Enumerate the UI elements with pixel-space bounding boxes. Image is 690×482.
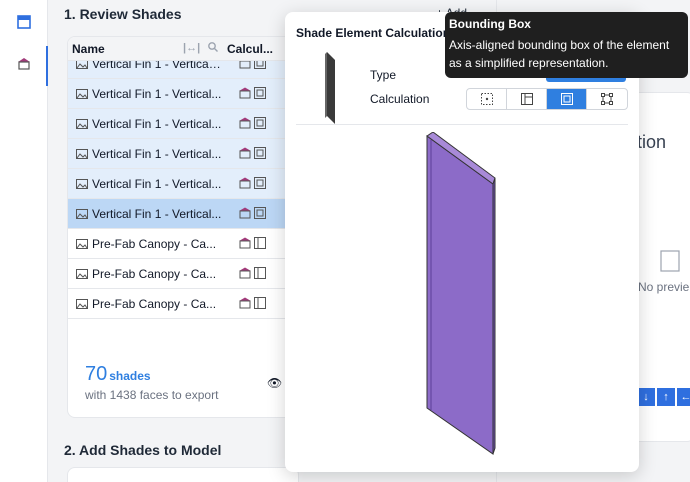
search-icon[interactable] — [207, 41, 219, 56]
tooltip-title: Bounding Box — [449, 17, 531, 31]
eye-icon: 👁 — [267, 376, 283, 390]
rail-active-indicator — [46, 46, 48, 86]
bounding-box-tooltip: Bounding Box Axis-aligned bounding box o… — [445, 12, 688, 78]
image-icon — [76, 238, 88, 252]
shade-type-icon — [238, 117, 252, 132]
left-rail — [0, 0, 48, 482]
image-icon — [76, 88, 88, 102]
row-name: Pre-Fab Canopy - Ca... — [92, 297, 217, 311]
image-icon — [76, 118, 88, 132]
bounding-box-icon — [254, 117, 266, 132]
image-icon — [76, 178, 88, 192]
face-calc-option[interactable] — [507, 89, 547, 109]
export-summary: 70 shades with 1438 faces to export — [85, 363, 218, 402]
shade-type-icon — [238, 177, 252, 192]
table-row-active[interactable]: Vertical Fin 1 - Vertical... — [68, 199, 298, 229]
shade-thumbnail — [323, 52, 337, 129]
section-title-add: 2. Add Shades to Model — [64, 442, 222, 458]
bounding-box-icon[interactable] — [254, 207, 266, 222]
bounding-box-icon — [254, 87, 266, 102]
calculation-label: Calculation — [370, 92, 430, 106]
preview-toolbar: ↓ ↑ ← — [637, 388, 690, 406]
face-icon — [254, 297, 266, 312]
shade-list: Vertical Fin 1 - Verticali... Vertical F… — [68, 61, 298, 341]
type-label: Type — [370, 68, 397, 82]
table-header: Name |↔| Calcul... — [68, 37, 298, 61]
shade-count-unit: shades — [109, 369, 151, 383]
bounding-box-icon — [254, 61, 266, 72]
shade-count: 70 — [85, 363, 108, 385]
header-name[interactable]: Name — [72, 42, 105, 56]
image-icon — [76, 208, 88, 222]
image-icon — [76, 148, 88, 162]
image-icon — [76, 298, 88, 312]
bounding-box-calc-option[interactable] — [547, 89, 587, 109]
bounding-box-icon — [254, 147, 266, 162]
row-name: Vertical Fin 1 - Vertical... — [92, 177, 222, 191]
shade-type-icon — [238, 61, 252, 72]
shade-type-icon — [238, 297, 252, 312]
shade-3d-model — [415, 131, 505, 467]
point-calc-option[interactable] — [467, 89, 507, 109]
section-title-review: 1. Review Shades — [64, 6, 182, 22]
shade-type-icon — [238, 267, 252, 282]
face-icon — [254, 237, 266, 252]
review-card: Name |↔| Calcul... Vertical Fin 1 - Vert… — [67, 36, 299, 418]
table-row[interactable]: Pre-Fab Canopy - Ca... — [68, 259, 298, 289]
shade-type-icon — [238, 87, 252, 102]
resize-icon[interactable]: |↔| — [183, 42, 200, 54]
row-name: Vertical Fin 1 - Vertical... — [92, 147, 222, 161]
shade-type-icon — [238, 207, 252, 222]
image-icon — [76, 268, 88, 282]
calculation-segmented-control — [466, 88, 628, 110]
empty-preview-icon — [660, 250, 680, 277]
faces-summary: with 1438 faces to export — [85, 388, 219, 402]
table-row[interactable]: Pre-Fab Canopy - Ca... — [68, 229, 298, 259]
preview-title: tion — [637, 132, 667, 152]
row-name: Pre-Fab Canopy - Ca... — [92, 237, 217, 251]
shade-type-icon — [238, 147, 252, 162]
table-icon[interactable] — [12, 10, 36, 34]
arrow-down-icon[interactable]: ↓ — [637, 388, 655, 406]
image-icon — [76, 61, 88, 72]
table-row[interactable]: Vertical Fin 1 - Vertical... — [68, 79, 298, 109]
table-row[interactable]: Vertical Fin 1 - Verticali... — [68, 61, 298, 79]
face-icon — [254, 267, 266, 282]
table-row[interactable]: Pre-Fab Canopy - Ca... — [68, 289, 298, 319]
arrow-left-icon[interactable]: ← — [677, 388, 690, 406]
no-preview-text: No previe — [638, 280, 690, 294]
bounding-box-icon — [254, 177, 266, 192]
row-name: Vertical Fin 1 - Verticali... — [92, 61, 222, 71]
row-name: Vertical Fin 1 - Vertical... — [92, 117, 222, 131]
header-calculation[interactable]: Calcul... — [227, 42, 273, 56]
row-name: Vertical Fin 1 - Vertical... — [92, 87, 222, 101]
table-row[interactable]: Vertical Fin 1 - Vertical... — [68, 169, 298, 199]
shade-type-icon — [238, 237, 252, 252]
shade-icon[interactable] — [12, 52, 36, 76]
add-card — [67, 467, 299, 482]
convex-hull-calc-option[interactable] — [587, 89, 627, 109]
row-name: Pre-Fab Canopy - Ca... — [92, 267, 217, 281]
arrow-up-icon[interactable]: ↑ — [657, 388, 675, 406]
popover-divider — [296, 124, 628, 125]
table-row[interactable]: Vertical Fin 1 - Vertical... — [68, 109, 298, 139]
tooltip-body: Axis-aligned bounding box of the element… — [449, 38, 670, 70]
popover-title: Shade Element Calculation — [296, 26, 451, 40]
row-name: Vertical Fin 1 - Vertical... — [92, 207, 222, 221]
table-row[interactable]: Vertical Fin 1 - Vertical... — [68, 139, 298, 169]
